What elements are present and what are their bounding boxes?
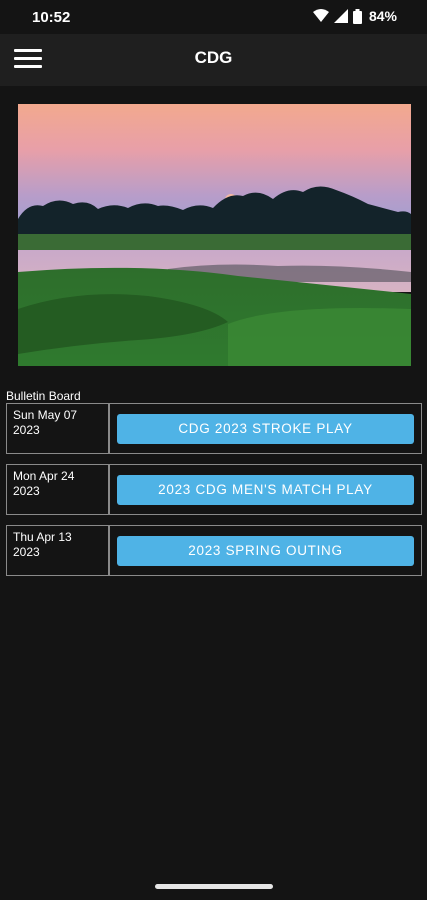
bulletin-date-line1: Sun May 07 xyxy=(13,408,78,422)
bulletin-date-line2: 2023 xyxy=(13,484,40,498)
bulletin-date: Sun May 07 2023 xyxy=(7,404,110,453)
stroke-play-button[interactable]: CDG 2023 STROKE PLAY xyxy=(117,413,414,444)
battery-percentage: 84% xyxy=(368,8,397,24)
gesture-navigation-bar[interactable] xyxy=(155,884,273,889)
list-item: Sun May 07 2023 CDG 2023 STROKE PLAY xyxy=(6,403,422,454)
list-item: Thu Apr 13 2023 2023 SPRING OUTING xyxy=(6,525,422,576)
signal-icon xyxy=(333,9,348,23)
golf-course-sunset-image xyxy=(18,104,411,366)
bulletin-date: Mon Apr 24 2023 xyxy=(7,465,110,514)
match-play-button[interactable]: 2023 CDG MEN'S MATCH PLAY xyxy=(117,474,414,505)
battery-icon xyxy=(352,8,362,24)
bulletin-date-line2: 2023 xyxy=(13,423,40,437)
bulletin-list: Sun May 07 2023 CDG 2023 STROKE PLAY Mon… xyxy=(6,403,422,586)
bulletin-date-line1: Thu Apr 13 xyxy=(13,530,72,544)
spring-outing-button[interactable]: 2023 SPRING OUTING xyxy=(117,535,414,566)
wifi-icon xyxy=(312,9,329,22)
bulletin-board-title: Bulletin Board xyxy=(6,389,81,403)
bulletin-date: Thu Apr 13 2023 xyxy=(7,526,110,575)
bulletin-action: 2023 SPRING OUTING xyxy=(110,526,421,575)
status-bar: 10:52 84% xyxy=(0,0,427,34)
list-item: Mon Apr 24 2023 2023 CDG MEN'S MATCH PLA… xyxy=(6,464,422,515)
app-bar: CDG xyxy=(0,34,427,86)
bulletin-date-line2: 2023 xyxy=(13,545,40,559)
bulletin-action: 2023 CDG MEN'S MATCH PLAY xyxy=(110,465,421,514)
page-title: CDG xyxy=(194,48,233,67)
bulletin-action: CDG 2023 STROKE PLAY xyxy=(110,404,421,453)
status-time: 10:52 xyxy=(32,9,71,26)
bulletin-date-line1: Mon Apr 24 xyxy=(13,469,75,483)
status-icons: 84% xyxy=(312,8,397,24)
